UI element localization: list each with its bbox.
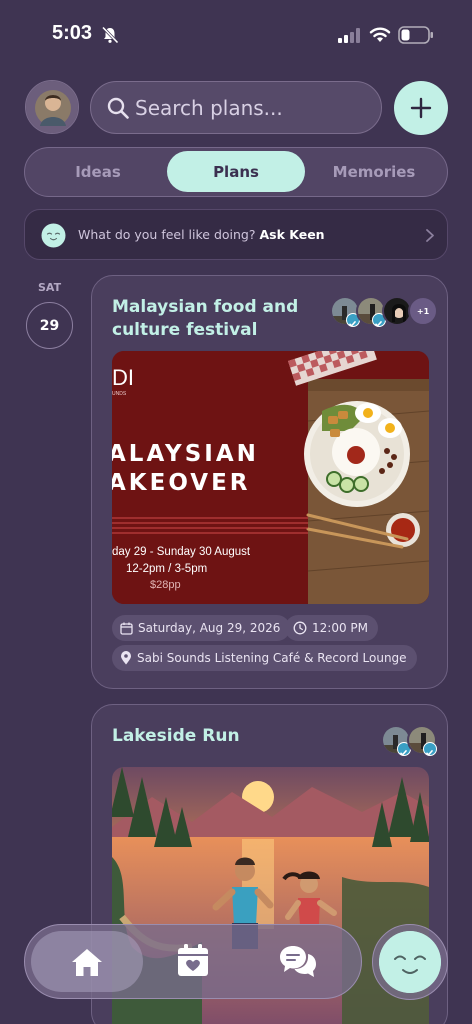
poster-headline: AKEOVER [112,470,251,496]
view-tabs: Ideas Plans Memories [24,147,448,197]
plan-title: Lakeside Run [112,726,240,746]
bell-off-icon [101,26,119,44]
poster-price: $28pp [150,579,181,591]
plus-icon [410,97,432,119]
confirmed-check-icon [423,742,437,756]
nav-home-button[interactable] [31,931,143,992]
plan-location: Sabi Sounds Listening Café & Record Loun… [137,651,407,665]
cellular-signal-icon [338,28,360,43]
more-attendees-badge: +1 [408,296,438,326]
poster-headline: ALAYSIAN [112,441,259,467]
time-chip: 12:00 PM [285,615,378,641]
tab-plans[interactable]: Plans [167,151,305,192]
search-icon [107,97,129,119]
ask-keen-text: What do you feel like doing? Ask Keen [78,227,325,242]
add-plan-button[interactable] [394,81,448,135]
location-chip[interactable]: Sabi Sounds Listening Café & Record Loun… [112,645,417,671]
plan-time: 12:00 PM [312,621,368,635]
day-number: 29 [26,302,73,349]
search-bar[interactable] [90,81,382,134]
location-pin-icon [121,651,131,665]
weekday-label: SAT [38,281,62,294]
plan-date: Saturday, Aug 29, 2026 [138,621,281,635]
plan-title-line: culture festival [112,320,258,340]
tab-ideas[interactable]: Ideas [33,151,163,192]
poster-brand: DI [112,365,134,390]
profile-avatar[interactable] [25,80,79,134]
plan-title: Malaysian food and culture festival [112,296,298,342]
poster-dates: day 29 - Sunday 30 August [112,546,251,558]
status-bar: 5:03 [0,0,472,70]
battery-icon [398,26,433,44]
calendar-icon [120,622,133,635]
attendee-avatars[interactable]: +1 [330,296,440,327]
tab-memories[interactable]: Memories [309,151,439,192]
plan-title-line: Malaysian food and [112,297,299,317]
event-poster-image: DI UNDS ALAYSIAN AKEOVER day 29 - Sunday… [112,351,429,604]
poster-brand-sub: UNDS [112,391,127,397]
avatar-photo [26,81,78,133]
clock-icon [293,621,307,635]
search-input[interactable] [135,90,365,125]
chat-bubbles-icon[interactable] [279,943,317,979]
home-icon [72,948,102,976]
plan-card[interactable]: Malaysian food and culture festival +1 D… [91,275,448,689]
bottom-navigation [24,924,362,999]
attendee-avatars[interactable] [381,725,439,756]
keen-face-icon [41,223,66,248]
keen-assistant-button[interactable] [372,924,448,1000]
keen-face-icon [379,931,441,993]
ask-keen-prompt: What do you feel like doing? [78,227,256,242]
wifi-icon [369,27,391,42]
date-chip: Saturday, Aug 29, 2026 [112,615,291,641]
calendar-heart-icon[interactable] [175,943,211,979]
poster-times: 12-2pm / 3-5pm [126,563,207,575]
ask-keen-action: Ask Keen [259,227,325,242]
ask-keen-bar[interactable]: What do you feel like doing? Ask Keen [24,209,448,260]
chevron-right-icon [426,229,434,242]
status-time: 5:03 [52,22,93,44]
